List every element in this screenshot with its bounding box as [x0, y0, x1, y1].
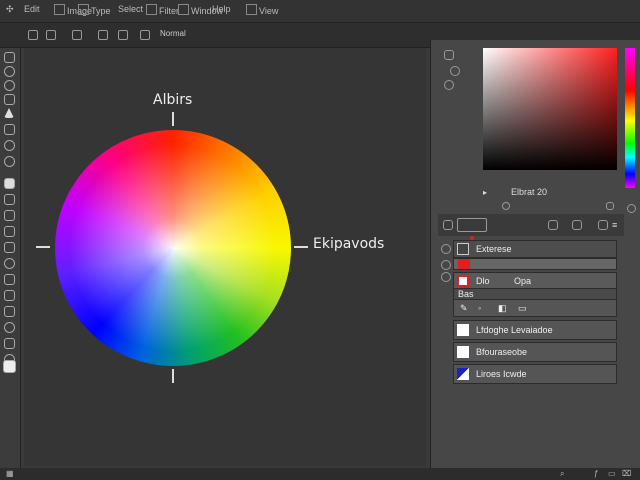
- saturation-value-picker[interactable]: [483, 48, 617, 170]
- magic-wand-icon[interactable]: [4, 94, 15, 105]
- wheel-label-top: Albirs: [153, 92, 193, 108]
- menu-select[interactable]: Select: [118, 4, 143, 14]
- tool-bar: [0, 48, 21, 468]
- adjust-tab-icon[interactable]: [598, 220, 608, 230]
- dropper-icon[interactable]: ▸: [483, 188, 487, 197]
- flow-icon[interactable]: [118, 30, 128, 40]
- channels-tab-icon[interactable]: [548, 220, 558, 230]
- blend-mode-select[interactable]: Normal: [160, 29, 186, 38]
- layer-active-name: Dlo: [476, 276, 490, 286]
- color-hex-label: Elbrat 20: [511, 187, 548, 197]
- layer-thumb-1: [457, 324, 469, 336]
- status-zoom-icon[interactable]: ⌕: [560, 469, 564, 479]
- clone-icon[interactable]: [4, 156, 15, 167]
- color-wheel[interactable]: [55, 130, 291, 366]
- status-fx-icon[interactable]: ƒ: [594, 469, 598, 478]
- type-icon: [78, 4, 89, 15]
- hue-slider[interactable]: [625, 48, 635, 188]
- trash-icon[interactable]: ⌧: [622, 469, 631, 478]
- eye-icon[interactable]: [441, 244, 451, 254]
- blur-icon[interactable]: [4, 242, 15, 253]
- layer-mask-icon[interactable]: ◦: [478, 303, 481, 313]
- brush-icon[interactable]: [4, 178, 15, 189]
- brush-preset-icon[interactable]: [28, 30, 38, 40]
- shape-icon[interactable]: [4, 322, 15, 333]
- move-icon[interactable]: ✣: [6, 4, 14, 15]
- layer-header-label: Exterese: [476, 244, 512, 254]
- layer-adjust-icon[interactable]: ◧: [498, 303, 507, 314]
- mode-icon[interactable]: [72, 30, 82, 40]
- view-icon: [246, 4, 257, 15]
- wheel-tick-right: [294, 246, 308, 248]
- crop-icon[interactable]: [4, 108, 14, 118]
- layer-group-row[interactable]: [453, 258, 617, 270]
- wheel-tick-left: [36, 246, 50, 248]
- layer-sub-label: Bas: [458, 289, 474, 299]
- layer-fx-icon[interactable]: ✎: [460, 303, 468, 314]
- gradient-icon[interactable]: [4, 226, 15, 237]
- layer-tools-row: ✎ ◦ ◧ ▭: [453, 299, 617, 317]
- hand-icon[interactable]: [4, 338, 15, 349]
- lock-icon[interactable]: [441, 272, 451, 282]
- history-brush-icon[interactable]: [4, 194, 15, 205]
- history-panel-icon[interactable]: [444, 80, 454, 90]
- link-icon[interactable]: [441, 260, 451, 270]
- marquee-icon[interactable]: [4, 66, 15, 77]
- opacity-icon[interactable]: [98, 30, 108, 40]
- layer-header-row[interactable]: Exterese: [453, 240, 617, 258]
- brush-size-icon[interactable]: [46, 30, 56, 40]
- wheel-label-right: Ekipavods: [313, 236, 385, 252]
- layer-name-1: Lfdoghe Levaiadoe: [476, 325, 553, 335]
- paths-tab-icon[interactable]: [572, 220, 582, 230]
- menu-view[interactable]: View: [246, 4, 278, 16]
- layer-row-2[interactable]: Bfouraseobe: [453, 342, 617, 362]
- layer-thumb-3: [457, 368, 469, 380]
- menu-help[interactable]: Help: [212, 4, 231, 14]
- layer-group-label: [458, 259, 470, 269]
- path-select-icon[interactable]: [4, 306, 15, 317]
- layers-tab-icon[interactable]: [443, 220, 453, 230]
- status-bar: ▦ ⌕ ƒ ▭ ⌧: [0, 468, 640, 480]
- panel-menu-icon[interactable]: [606, 202, 614, 210]
- foreground-color-swatch[interactable]: [3, 360, 16, 373]
- layer-active-mode: Opa: [514, 276, 532, 286]
- layer-group-icon[interactable]: ▭: [518, 303, 527, 314]
- lasso-icon[interactable]: [4, 80, 15, 91]
- panel-options-icon[interactable]: ≡: [612, 220, 617, 230]
- layer-row-3[interactable]: Liroes Icwde: [453, 364, 617, 384]
- window-icon: [178, 4, 189, 15]
- dodge-icon[interactable]: [4, 258, 15, 269]
- layer-thumb-2: [457, 346, 469, 358]
- eyedropper-icon[interactable]: [4, 124, 15, 135]
- layer-header-icon: [457, 243, 469, 255]
- status-new-icon[interactable]: ▭: [608, 469, 616, 478]
- brush-panel-icon[interactable]: [450, 66, 460, 76]
- menu-edit[interactable]: Edit: [24, 4, 40, 14]
- layer-name-2: Bfouraseobe: [476, 347, 528, 357]
- filter-icon: [146, 4, 157, 15]
- airbrush-icon[interactable]: [140, 30, 150, 40]
- wheel-tick-top: [172, 112, 174, 126]
- text-icon[interactable]: [4, 290, 15, 301]
- layer-name-3: Liroes Icwde: [476, 369, 527, 379]
- status-icon: ▦: [6, 469, 14, 478]
- panel-close-icon[interactable]: [627, 204, 636, 213]
- heal-icon[interactable]: [4, 140, 15, 151]
- layer-row-1[interactable]: Lfdoghe Levaiadoe: [453, 320, 617, 340]
- menu-type[interactable]: Type: [78, 4, 111, 16]
- active-dot: [470, 236, 474, 240]
- image-icon: [54, 4, 65, 15]
- panel-collapse-icon[interactable]: [444, 50, 454, 60]
- layer-thumb-active: [457, 275, 469, 287]
- swap-colors-icon[interactable]: [502, 202, 510, 210]
- eraser-icon[interactable]: [4, 210, 15, 221]
- move-tool-icon[interactable]: [4, 52, 15, 63]
- menu-filter[interactable]: Filter: [146, 4, 179, 16]
- menu-bar: ✣ Edit Image Type Select Filter Window H…: [0, 0, 640, 23]
- layers-tab[interactable]: [457, 218, 487, 232]
- wheel-tick-bottom: [172, 369, 174, 383]
- pen-icon[interactable]: [4, 274, 15, 285]
